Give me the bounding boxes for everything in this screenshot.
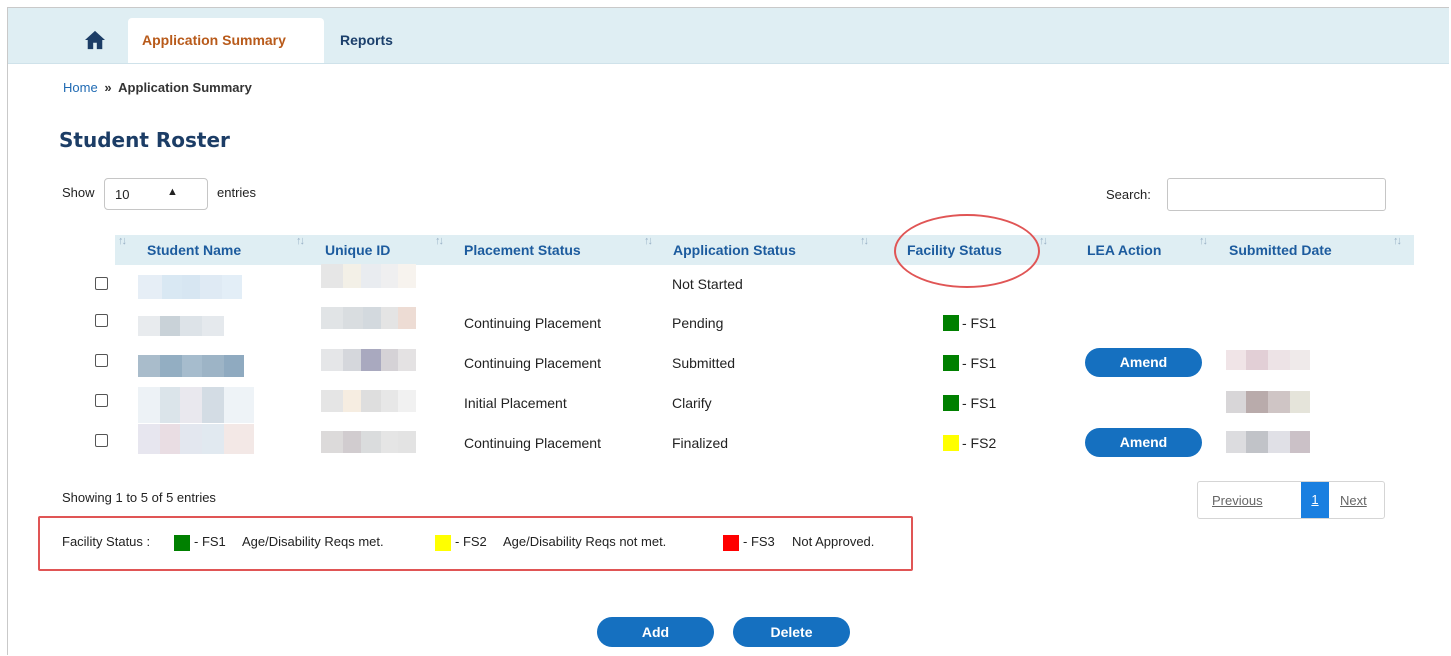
table-row: Continuing Placement Finalized - FS2 Ame… [0,424,1451,464]
fs2-legend-swatch [435,535,451,551]
breadcrumb-current: Application Summary [118,80,252,95]
application-status: Finalized [672,435,729,451]
add-button[interactable]: Add [597,617,714,647]
column-header-placement-status[interactable]: Placement Status [464,235,581,265]
fs1-legend-swatch [174,535,190,551]
student-name-redacted [138,275,244,299]
table-row: Continuing Placement Submitted - FS1 Ame… [0,344,1451,384]
unique-id-redacted [321,349,416,371]
entries-select[interactable]: 10 ▲ [104,178,208,210]
facility-status: - FS1 [962,355,997,371]
sort-icon[interactable]: ↑↓ [1393,235,1402,247]
amend-button[interactable]: Amend [1085,348,1202,377]
tab-reports[interactable]: Reports [326,18,418,63]
table-info: Showing 1 to 5 of 5 entries [62,490,216,505]
placement-status: Continuing Placement [464,355,601,371]
student-name-redacted [138,355,244,377]
facility-status: - FS1 [962,315,997,331]
breadcrumb-home-link[interactable]: Home [63,80,98,95]
entries-select-value: 10 [115,187,130,202]
application-status: Clarify [672,395,712,411]
delete-button[interactable]: Delete [733,617,850,647]
home-tab[interactable] [74,24,118,60]
row-checkbox[interactable] [95,394,108,407]
home-icon [85,30,105,50]
legend-fs2-code: - FS2 [455,534,487,549]
row-checkbox[interactable] [95,314,108,327]
facility-status: - FS2 [962,435,997,451]
page-1-button[interactable]: 1 [1301,482,1329,518]
breadcrumb-separator: » [104,80,112,95]
previous-page-button[interactable]: Previous [1212,493,1263,508]
student-name-redacted [138,424,254,454]
fs1-swatch [943,315,959,331]
column-header-unique-id[interactable]: Unique ID [325,235,390,265]
breadcrumb: Home » Application Summary [63,80,252,95]
sort-icon[interactable]: ↑↓ [1199,235,1208,247]
sort-icon[interactable]: ↑↓ [435,235,444,247]
sort-icon[interactable]: ↑↓ [644,235,653,247]
table-row: Initial Placement Clarify - FS1 [0,384,1451,424]
page-title: Student Roster [59,128,230,152]
column-header-submitted-date[interactable]: Submitted Date [1229,235,1332,265]
column-header-student-name[interactable]: Student Name [147,235,241,265]
column-header-lea-action[interactable]: LEA Action [1087,235,1161,265]
legend-fs3-code: - FS3 [743,534,775,549]
application-status: Pending [672,315,724,331]
search-input[interactable] [1167,178,1386,211]
submitted-date-redacted [1226,391,1310,413]
student-name-redacted [138,387,254,423]
submitted-date-redacted [1226,431,1310,453]
fs3-legend-swatch [723,535,739,551]
table-row: Continuing Placement Pending - FS1 [0,304,1451,344]
unique-id-redacted [321,390,416,412]
column-header-application-status[interactable]: Application Status [673,235,796,265]
unique-id-redacted [321,307,416,329]
legend-fs2-text: Age/Disability Reqs not met. [503,534,667,549]
legend-fs1-text: Age/Disability Reqs met. [242,534,384,549]
placement-status: Initial Placement [464,395,567,411]
placement-status: Continuing Placement [464,315,601,331]
select-arrows-icon: ▲ [167,186,178,198]
table-header: ↑↓ Student Name ↑↓ Unique ID ↑↓ Placemen… [115,235,1414,265]
student-name-redacted [138,316,224,336]
search-label: Search: [1106,187,1151,202]
sort-icon[interactable]: ↑↓ [296,235,305,247]
show-label: Show [62,185,95,200]
sort-icon[interactable]: ↑↓ [860,235,869,247]
row-checkbox[interactable] [95,434,108,447]
sort-icon[interactable]: ↑↓ [118,235,127,247]
tab-application-summary[interactable]: Application Summary [128,18,324,63]
row-checkbox[interactable] [95,277,108,290]
application-status: Not Started [672,276,743,292]
pagination: Previous 1 Next [1197,481,1385,519]
facility-status: - FS1 [962,395,997,411]
fs1-swatch [943,355,959,371]
table-row: Not Started [0,264,1451,304]
unique-id-redacted [321,264,416,288]
submitted-date-redacted [1226,350,1310,370]
fs1-swatch [943,395,959,411]
sort-icon[interactable]: ↑↓ [1039,235,1048,247]
fs2-swatch [943,435,959,451]
amend-button[interactable]: Amend [1085,428,1202,457]
next-page-button[interactable]: Next [1340,493,1367,508]
legend-label: Facility Status : [62,534,151,549]
legend-fs1-code: - FS1 [194,534,226,549]
row-checkbox[interactable] [95,354,108,367]
legend-fs3-text: Not Approved. [792,534,875,549]
unique-id-redacted [321,431,416,453]
application-status: Submitted [672,355,736,371]
entries-label: entries [217,185,257,200]
placement-status: Continuing Placement [464,435,601,451]
